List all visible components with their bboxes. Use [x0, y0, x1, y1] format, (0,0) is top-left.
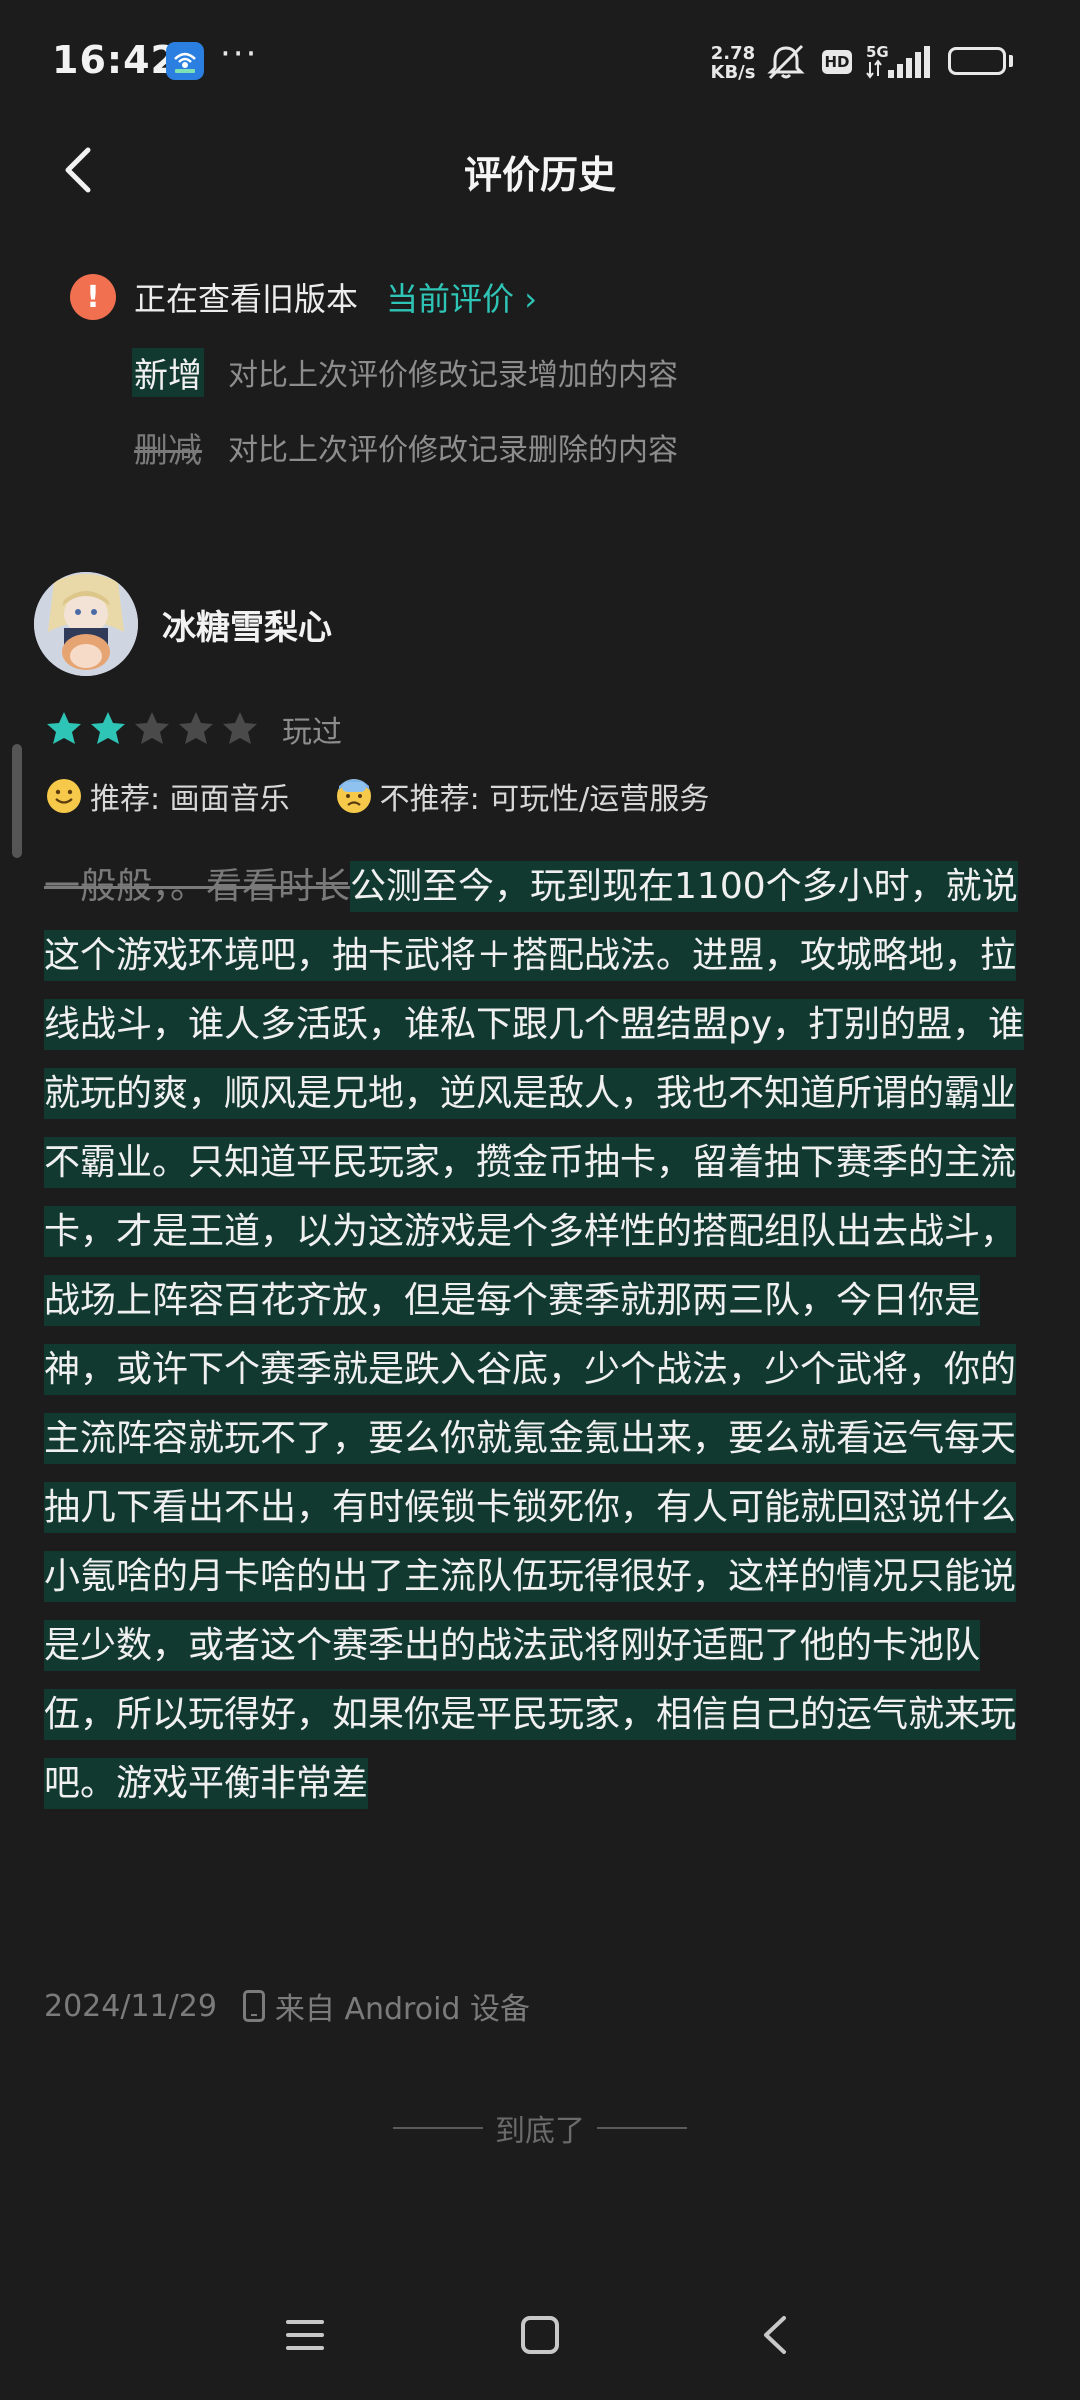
- network-speed: 2.78 KB/s: [710, 44, 756, 82]
- notification-app-icon: [166, 42, 204, 80]
- battery-icon: 78: [948, 47, 1006, 75]
- review-content: 一般般，。看看时长公测至今，玩到现在1100个多小时，就说这个游戏环境吧，抽卡武…: [44, 852, 1044, 1818]
- review-history-screen: 16:42 ··· 2.78 KB/s HD 5G 78 评价历史 ! 正在查看…: [0, 0, 1080, 2400]
- review-date: 2024/11/29: [44, 1988, 217, 2024]
- current-review-link[interactable]: 当前评价 ›: [386, 274, 537, 320]
- battery-percent: 78: [963, 50, 991, 72]
- star-rating: 玩过: [44, 706, 342, 752]
- smile-emoji-icon: [47, 779, 81, 813]
- recommend-tags: 推荐: 画面音乐 不推荐: 可玩性/运营服务: [46, 772, 709, 820]
- network-type: 5G: [866, 43, 889, 61]
- removed-text: 一般般，。看看时长: [44, 866, 351, 907]
- signal-5g-icon: 5G: [866, 43, 930, 79]
- nav-recents-button[interactable]: [280, 2310, 330, 2360]
- star-empty-icon: [223, 712, 257, 744]
- top-bar: 评价历史: [0, 128, 1080, 212]
- alert-icon: !: [70, 274, 116, 320]
- back-triangle-icon: [764, 2316, 786, 2354]
- status-time: 16:42: [52, 38, 178, 82]
- network-speed-unit: KB/s: [710, 62, 756, 83]
- status-bar: 16:42 ··· 2.78 KB/s HD 5G 78: [0, 0, 1080, 128]
- old-version-notice: ! 正在查看旧版本 当前评价 ›: [70, 270, 537, 324]
- hd-voice-icon: HD: [822, 50, 852, 74]
- end-of-list: 到底了: [0, 2106, 1080, 2150]
- home-square-icon: [521, 2316, 559, 2354]
- legend-added-label: 新增: [132, 347, 204, 397]
- more-notifications-icon: ···: [220, 34, 259, 74]
- username[interactable]: 冰糖雪梨心: [162, 600, 332, 649]
- scrollbar-thumb[interactable]: [12, 744, 22, 858]
- device-label: 来自 Android 设备: [274, 1992, 530, 2027]
- review-meta: 2024/11/29 来自 Android 设备: [44, 1984, 530, 2028]
- viewing-old-version-label: 正在查看旧版本: [134, 280, 359, 318]
- added-text: 公测至今，玩到现在1100个多小时，就说这个游戏环境吧，抽卡武将＋搭配战法。进盟…: [44, 861, 1025, 1809]
- avatar[interactable]: [34, 572, 138, 676]
- legend-added: 新增 对比上次评价修改记录增加的内容: [132, 347, 678, 397]
- legend-removed-label: 删减: [134, 430, 202, 471]
- network-speed-value: 2.78: [710, 43, 756, 64]
- star-filled-icon: [47, 712, 81, 744]
- played-status: 玩过: [282, 715, 342, 750]
- battery-cap: [1009, 55, 1013, 67]
- page-title: 评价历史: [463, 153, 616, 197]
- worried-emoji-icon: [336, 779, 371, 813]
- legend-removed: 删减 对比上次评价修改记录删除的内容: [132, 422, 678, 472]
- nav-back-button[interactable]: [750, 2310, 800, 2360]
- nav-home-button[interactable]: [515, 2310, 565, 2360]
- phone-icon: [242, 1990, 265, 2022]
- legend-removed-desc: 对比上次评价修改记录删除的内容: [228, 433, 678, 468]
- recommend-label: 推荐: 画面音乐: [90, 782, 290, 817]
- not-recommend-label: 不推荐: 可玩性/运营服务: [379, 782, 710, 817]
- star-empty-icon: [135, 712, 169, 744]
- stars: [44, 709, 264, 749]
- mute-bell-icon: [767, 44, 805, 80]
- end-line-right: [597, 2127, 687, 2129]
- menu-icon: [286, 2320, 324, 2350]
- avatar-image: [34, 572, 138, 676]
- legend-added-desc: 对比上次评价修改记录增加的内容: [228, 358, 678, 393]
- star-empty-icon: [179, 712, 213, 744]
- star-filled-icon: [91, 712, 125, 744]
- end-line-left: [393, 2127, 483, 2129]
- end-label: 到底了: [495, 2114, 585, 2149]
